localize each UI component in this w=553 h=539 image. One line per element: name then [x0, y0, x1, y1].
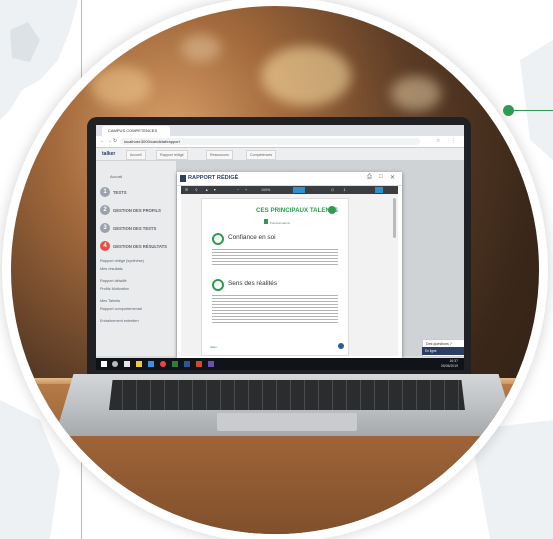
- print-tool-icon[interactable]: ⎙: [331, 186, 334, 194]
- sidebar: Accueil 1 TESTS 2 GESTION DES PROFILS 3 …: [96, 161, 176, 356]
- section-gestion-tests[interactable]: GESTION DES TESTS: [113, 226, 156, 231]
- chat-question: Des questions ?: [426, 342, 452, 346]
- sidebar-item[interactable]: Entraînement entretien: [100, 319, 139, 323]
- section-resultats[interactable]: GESTION DES RÉSULTATS: [113, 244, 167, 249]
- star-icon[interactable]: ☆: [436, 138, 440, 145]
- scrollbar[interactable]: [393, 198, 396, 238]
- taskbar-clock[interactable]: 16:37 05/06/2019: [441, 359, 458, 369]
- word-icon[interactable]: [184, 361, 190, 367]
- laptop-touchpad: [217, 413, 357, 431]
- app-header: talker Accueil Rapport rédigé Ressources…: [96, 148, 464, 161]
- talent-badge-icon: [328, 206, 336, 214]
- next-page-icon[interactable]: ▼: [213, 186, 217, 194]
- modal-title: RAPPORT RÉDIGÉ: [188, 175, 239, 181]
- app-tab[interactable]: Accueil: [126, 150, 146, 160]
- page-number-badge: [338, 343, 344, 349]
- section-title: Sens des réalités: [228, 280, 278, 287]
- powerpoint-icon[interactable]: [196, 361, 202, 367]
- menu-icon[interactable]: ⋮: [451, 138, 456, 145]
- prev-page-icon[interactable]: ▲: [205, 186, 209, 194]
- app-logo[interactable]: talker: [102, 150, 115, 158]
- section-text: [212, 249, 338, 267]
- zoom-select[interactable]: 100%: [261, 186, 270, 194]
- section-title: Confiance en soi: [228, 234, 276, 241]
- sidebar-item[interactable]: Mes Talents: [100, 299, 120, 303]
- chat-online-status[interactable]: En ligne: [422, 347, 464, 355]
- browser-address-bar: ← → ↻ localhost:3000/candidat/rapport ☆ …: [96, 136, 464, 148]
- browser-tab-bar: CAMPUS COMPETENCES: [96, 125, 464, 136]
- document-viewer: CES PRINCIPAUX TALENTS Potentiel talents…: [181, 194, 398, 356]
- sidebar-item-home[interactable]: Accueil: [110, 175, 122, 179]
- maximize-icon[interactable]: □: [379, 174, 383, 180]
- score-ring-icon: [212, 233, 224, 245]
- report-page: CES PRINCIPAUX TALENTS Potentiel talents…: [201, 198, 349, 356]
- section-profils[interactable]: GESTION DES PROFILS: [113, 208, 161, 213]
- zoom-in-icon[interactable]: +: [245, 186, 247, 194]
- task-view-icon[interactable]: [124, 361, 130, 367]
- report-modal: RAPPORT RÉDIGÉ ⎙ □ ✕ ☰ ⚲ ▲ ▼ − + 100% ⎙ …: [177, 172, 402, 358]
- step-1-badge: 1: [100, 187, 110, 197]
- step-2-badge: 2: [100, 205, 110, 215]
- section-text: [212, 295, 338, 325]
- section-tests[interactable]: TESTS: [113, 190, 127, 195]
- subheading-icon: [264, 219, 268, 224]
- tools-button[interactable]: [375, 187, 383, 193]
- photo-circle: CAMPUS COMPETENCES ← → ↻ localhost:3000/…: [11, 6, 539, 534]
- step-4-badge: 4: [100, 241, 110, 251]
- zoom-out-icon[interactable]: −: [237, 186, 239, 194]
- presentation-button[interactable]: [293, 187, 305, 193]
- browser-tab[interactable]: CAMPUS COMPETENCES: [102, 126, 170, 136]
- download-icon[interactable]: ↧: [343, 186, 346, 194]
- sidebar-item[interactable]: Rapport rédigé (synthèse): [100, 259, 144, 263]
- back-icon[interactable]: ←: [100, 138, 105, 145]
- excel-icon[interactable]: [172, 361, 178, 367]
- chrome-icon[interactable]: [160, 361, 166, 367]
- page-subheading: Potentiel talents: [270, 221, 290, 225]
- sidebar-item[interactable]: Rapport détaillé: [100, 279, 127, 283]
- search-taskbar-icon[interactable]: [112, 361, 118, 367]
- page-heading: CES PRINCIPAUX TALENTS: [256, 207, 338, 214]
- sidebar-toggle-icon[interactable]: ☰: [185, 186, 188, 194]
- callout-dot: [503, 105, 514, 116]
- step-3-badge: 3: [100, 223, 110, 233]
- clock-date: 05/06/2019: [441, 364, 458, 368]
- windows-taskbar: 16:37 05/06/2019: [96, 358, 464, 370]
- pdf-toolbar: ☰ ⚲ ▲ ▼ − + 100% ⎙ ↧: [181, 186, 398, 194]
- callout-line: [509, 110, 553, 111]
- score-ring-icon: [212, 279, 224, 291]
- app-icon[interactable]: [208, 361, 214, 367]
- windows-start-icon[interactable]: [101, 361, 107, 367]
- print-icon[interactable]: ⎙: [367, 174, 372, 181]
- sidebar-item[interactable]: Mes résultats: [100, 267, 123, 271]
- laptop-screen: CAMPUS COMPETENCES ← → ↻ localhost:3000/…: [96, 125, 464, 370]
- laptop-keyboard: [109, 380, 465, 410]
- app-tab[interactable]: Rapport rédigé: [156, 150, 188, 160]
- sidebar-item[interactable]: Rapport comportemental: [100, 307, 142, 311]
- edge-icon[interactable]: [148, 361, 154, 367]
- folder-icon[interactable]: [136, 361, 142, 367]
- app-tab[interactable]: Ressources: [206, 150, 233, 160]
- search-icon[interactable]: ⚲: [195, 186, 198, 194]
- url-input[interactable]: localhost:3000/candidat/rapport: [120, 138, 420, 145]
- page-footer-logo: talker: [210, 345, 217, 349]
- sidebar-item[interactable]: Profils Motivation: [100, 287, 129, 291]
- report-icon: [180, 175, 186, 182]
- app-tab[interactable]: Compétences: [246, 150, 277, 160]
- modal-header: RAPPORT RÉDIGÉ ⎙ □ ✕: [177, 172, 402, 186]
- close-icon[interactable]: ✕: [390, 174, 395, 181]
- reload-icon[interactable]: ↻: [113, 138, 117, 145]
- forward-icon[interactable]: →: [107, 138, 112, 145]
